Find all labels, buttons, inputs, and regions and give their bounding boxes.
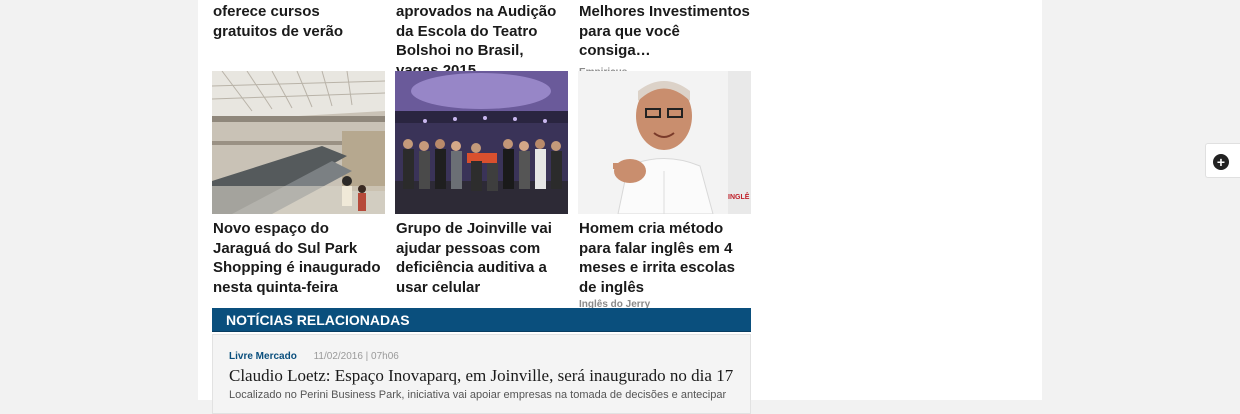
- expand-widget-button[interactable]: +: [1205, 143, 1240, 178]
- related-news-source[interactable]: Livre Mercado: [229, 351, 297, 362]
- related-news-title[interactable]: Claudio Loetz: Espaço Inovaparq, em Join…: [229, 365, 734, 386]
- related-news-date: 11/02/2016 | 07h06: [313, 351, 399, 362]
- top-article-2-title[interactable]: aprovados na Audição da Escola do Teatro…: [396, 2, 569, 80]
- related-news-list: Livre Mercado 11/02/2016 | 07h06 Claudio…: [212, 334, 751, 414]
- card-3-image[interactable]: INGLÊ: [578, 71, 751, 214]
- card-2[interactable]: Grupo de Joinville vai ajudar pessoas co…: [396, 219, 569, 297]
- top-article-3-title[interactable]: Melhores Investimentos para que você con…: [579, 2, 752, 82]
- card-1[interactable]: Novo espaço do Jaraguá do Sul Park Shopp…: [213, 219, 386, 297]
- card-3-title[interactable]: Homem cria método para falar inglês em 4…: [579, 219, 752, 297]
- related-news-heading: NOTÍCIAS RELACIONADAS: [212, 308, 751, 332]
- card-3[interactable]: Homem cria método para falar inglês em 4…: [579, 219, 752, 310]
- card-2-image[interactable]: [395, 71, 568, 214]
- card-2-title[interactable]: Grupo de Joinville vai ajudar pessoas co…: [396, 219, 569, 297]
- svg-text:INGLÊ: INGLÊ: [728, 192, 750, 201]
- related-news-summary: Localizado no Perini Business Park, inic…: [229, 389, 727, 401]
- related-news-item[interactable]: Livre Mercado 11/02/2016 | 07h06 Claudio…: [229, 351, 734, 401]
- top-article-1-title[interactable]: oferece cursos gratuitos de verão: [213, 2, 386, 41]
- card-1-title[interactable]: Novo espaço do Jaraguá do Sul Park Shopp…: [213, 219, 386, 297]
- plus-icon: +: [1213, 154, 1229, 170]
- card-1-image[interactable]: [212, 71, 385, 214]
- top-article-3-title-text[interactable]: Melhores Investimentos para que você con…: [579, 3, 750, 59]
- related-news-meta: Livre Mercado 11/02/2016 | 07h06: [229, 351, 734, 362]
